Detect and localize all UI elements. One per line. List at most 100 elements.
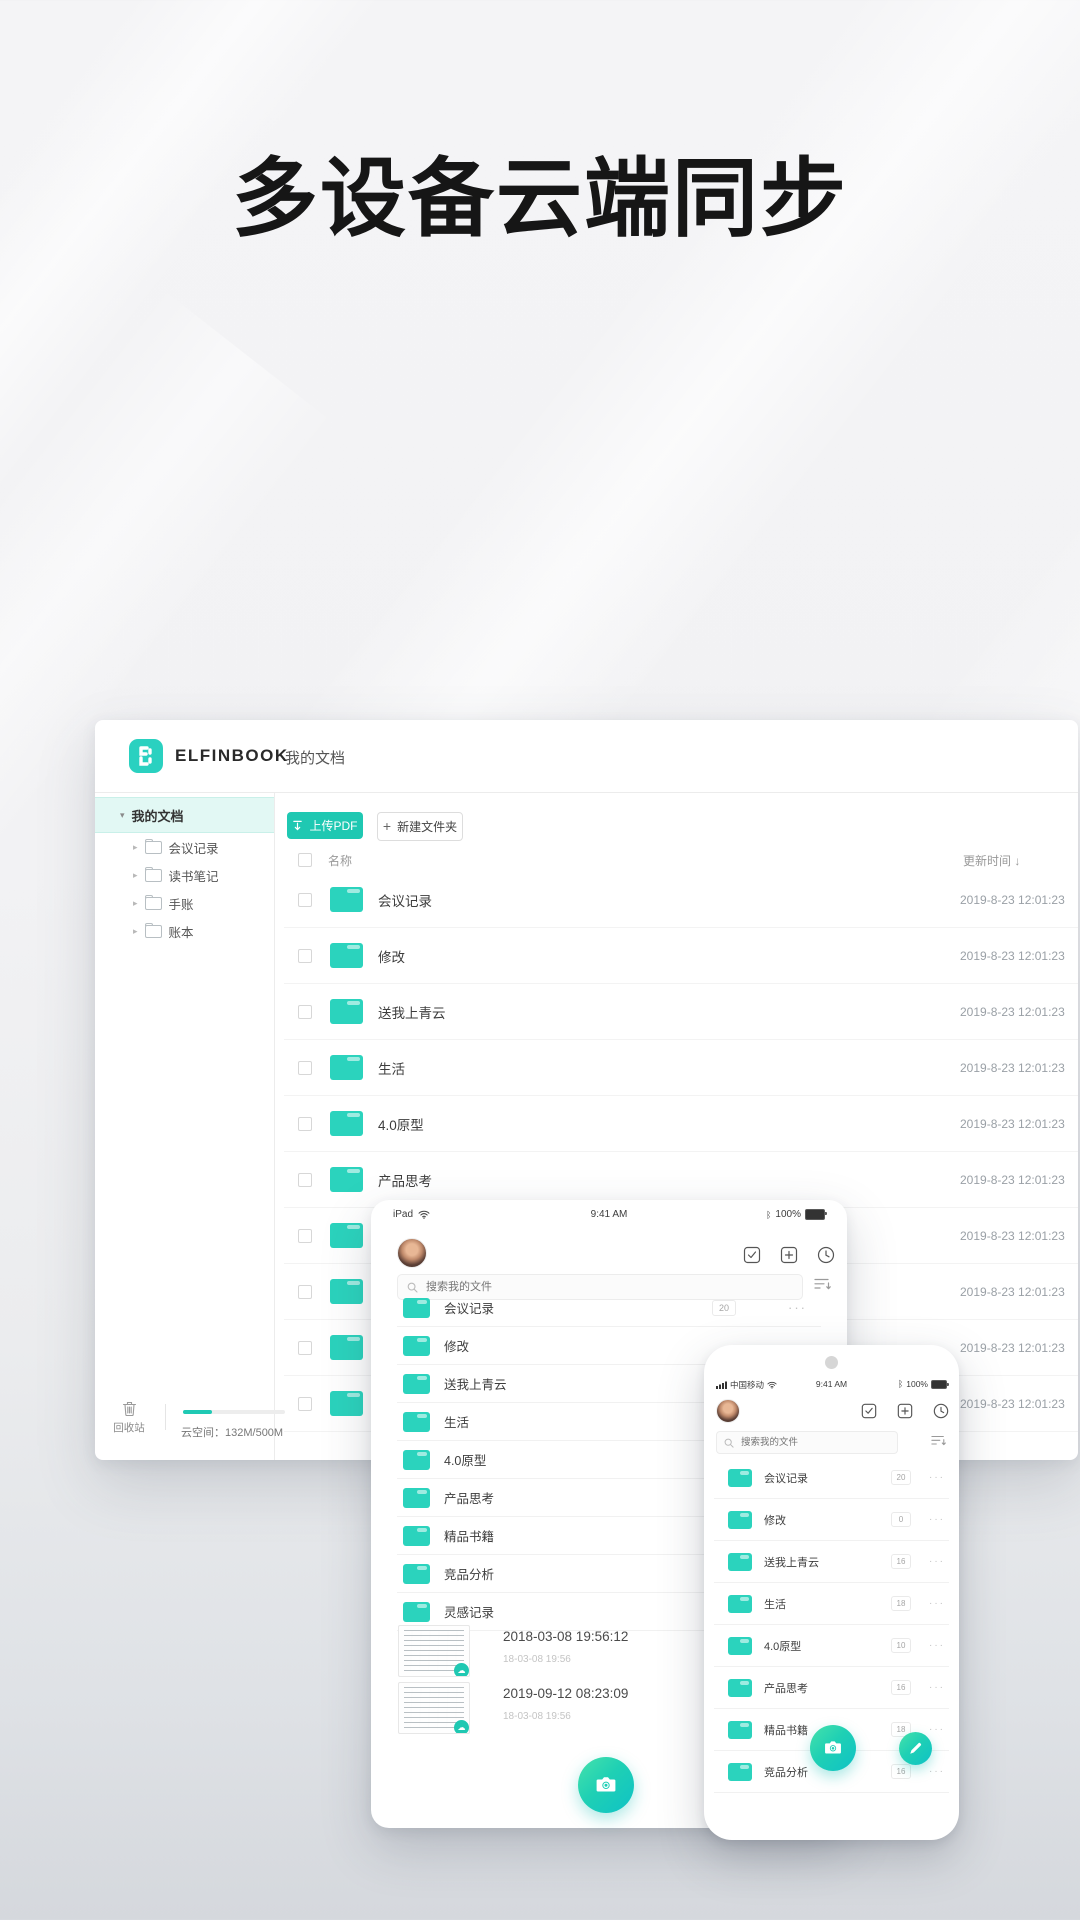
sidebar-folder-reading-notes[interactable]: ▸ 读书笔记 <box>95 861 274 889</box>
phone-device: 中国移动 9:41 AM ᛒ 100% <box>704 1345 959 1840</box>
folder-outline-icon <box>145 897 162 910</box>
more-menu[interactable]: ··· <box>929 1472 945 1483</box>
tablet-clock: 9:41 AM <box>393 1209 825 1220</box>
search-input[interactable] <box>739 1436 873 1449</box>
row-checkbox[interactable] <box>298 893 312 907</box>
row-checkbox[interactable] <box>298 949 312 963</box>
table-row[interactable]: 生活2019-8-23 12:01:23 <box>284 1040 1078 1096</box>
storage-progress-fill <box>183 1410 212 1414</box>
battery-icon <box>805 1209 825 1220</box>
row-checkbox[interactable] <box>298 1341 312 1355</box>
new-note-fab-button[interactable] <box>899 1732 932 1765</box>
list-item[interactable]: 送我上青云16··· <box>714 1541 949 1583</box>
table-row[interactable]: 送我上青云2019-8-23 12:01:23 <box>284 984 1078 1040</box>
sidebar-folder-meeting-notes[interactable]: ▸ 会议记录 <box>95 833 274 861</box>
history-clock-icon[interactable] <box>817 1246 835 1264</box>
select-all-checkbox[interactable] <box>298 853 312 867</box>
row-checkbox[interactable] <box>298 1061 312 1075</box>
more-menu[interactable]: ··· <box>929 1598 945 1609</box>
upload-pdf-button[interactable]: 上传PDF <box>287 812 363 839</box>
table-row[interactable]: 修改2019-8-23 12:01:23 <box>284 928 1078 984</box>
count-badge: 16 <box>891 1764 911 1779</box>
import-icon[interactable] <box>897 1403 913 1419</box>
desktop-footer: 回收站 云空间：132M/500M <box>95 1400 274 1446</box>
trash-icon <box>121 1400 138 1417</box>
cloud-synced-icon: ☁ <box>454 1720 469 1734</box>
select-mode-icon[interactable] <box>861 1403 877 1419</box>
folder-icon <box>403 1336 430 1356</box>
sort-by-time[interactable]: 更新时间 ↓ <box>963 852 1020 869</box>
phone-search-bar[interactable] <box>716 1431 898 1454</box>
list-item[interactable]: 生活18··· <box>714 1583 949 1625</box>
sort-arrow-icon: ↓ <box>1014 854 1020 868</box>
count-badge: 10 <box>891 1638 911 1653</box>
count-badge: 0 <box>891 1512 911 1527</box>
history-clock-icon[interactable] <box>933 1403 949 1419</box>
table-row[interactable]: 会议记录2019-8-23 12:01:23 <box>284 872 1078 928</box>
folder-icon <box>728 1595 752 1613</box>
folder-icon <box>403 1412 430 1432</box>
more-menu[interactable]: ··· <box>929 1640 945 1651</box>
folder-icon <box>330 1279 363 1304</box>
folder-icon <box>330 887 363 912</box>
row-checkbox[interactable] <box>298 1229 312 1243</box>
recycle-bin-button[interactable]: 回收站 <box>109 1400 149 1435</box>
sort-icon[interactable] <box>931 1435 946 1446</box>
more-menu[interactable]: ··· <box>929 1766 945 1777</box>
caret-right-icon: ▸ <box>133 926 138 937</box>
select-mode-icon[interactable] <box>743 1246 761 1264</box>
folder-icon <box>330 1167 363 1192</box>
more-menu[interactable]: ··· <box>929 1724 945 1735</box>
row-checkbox[interactable] <box>298 1005 312 1019</box>
table-row[interactable]: 4.0原型2019-8-23 12:01:23 <box>284 1096 1078 1152</box>
camera-fab-button[interactable] <box>810 1725 856 1771</box>
note-thumbnail: ☁ <box>398 1625 470 1677</box>
caret-right-icon: ▸ <box>133 898 138 909</box>
count-badge: 20 <box>712 1300 736 1316</box>
pencil-icon <box>908 1741 923 1756</box>
list-item[interactable]: 4.0原型10··· <box>714 1625 949 1667</box>
list-item[interactable]: 会议记录20··· <box>714 1457 949 1499</box>
import-icon[interactable] <box>780 1246 798 1264</box>
folder-icon <box>403 1374 430 1394</box>
new-folder-button[interactable]: + 新建文件夹 <box>377 812 463 841</box>
folder-icon <box>728 1511 752 1529</box>
sidebar-folder-journal[interactable]: ▸ 手账 <box>95 889 274 917</box>
row-checkbox[interactable] <box>298 1397 312 1411</box>
avatar[interactable] <box>397 1238 427 1268</box>
folder-icon <box>403 1526 430 1546</box>
phone-speaker-dot <box>825 1356 838 1369</box>
page-title: 我的文档 <box>285 747 345 768</box>
row-checkbox[interactable] <box>298 1285 312 1299</box>
sidebar-item-my-documents[interactable]: ▾ 我的文档 <box>95 797 274 833</box>
divider <box>165 1404 166 1430</box>
folder-icon <box>728 1679 752 1697</box>
folder-icon <box>728 1721 752 1739</box>
bluetooth-icon: ᛒ <box>898 1379 903 1389</box>
list-item[interactable]: 会议记录20··· <box>397 1289 821 1327</box>
phone-header-icons <box>861 1403 949 1419</box>
more-menu[interactable]: ··· <box>788 1300 807 1315</box>
list-item[interactable]: 产品思考16··· <box>714 1667 949 1709</box>
count-badge: 16 <box>891 1680 911 1695</box>
bluetooth-icon: ᛒ <box>766 1210 771 1220</box>
more-menu[interactable]: ··· <box>929 1556 945 1567</box>
battery-icon <box>931 1380 947 1389</box>
camera-fab-button[interactable] <box>578 1757 634 1813</box>
folder-icon <box>403 1488 430 1508</box>
sidebar-folder-ledger[interactable]: ▸ 账本 <box>95 917 274 945</box>
note-thumbnail: ☁ <box>398 1682 470 1734</box>
caret-down-icon: ▾ <box>120 810 125 821</box>
avatar[interactable] <box>716 1399 740 1423</box>
list-item[interactable]: 修改0··· <box>714 1499 949 1541</box>
storage-progressbar <box>183 1410 285 1414</box>
toolbar: 上传PDF + 新建文件夹 <box>287 812 463 841</box>
more-menu[interactable]: ··· <box>929 1682 945 1693</box>
folder-icon <box>330 1055 363 1080</box>
count-badge: 16 <box>891 1554 911 1569</box>
more-menu[interactable]: ··· <box>929 1514 945 1525</box>
brand-name: ELFINBOOK <box>175 746 289 766</box>
row-checkbox[interactable] <box>298 1117 312 1131</box>
row-checkbox[interactable] <box>298 1173 312 1187</box>
cloud-synced-icon: ☁ <box>454 1663 469 1677</box>
